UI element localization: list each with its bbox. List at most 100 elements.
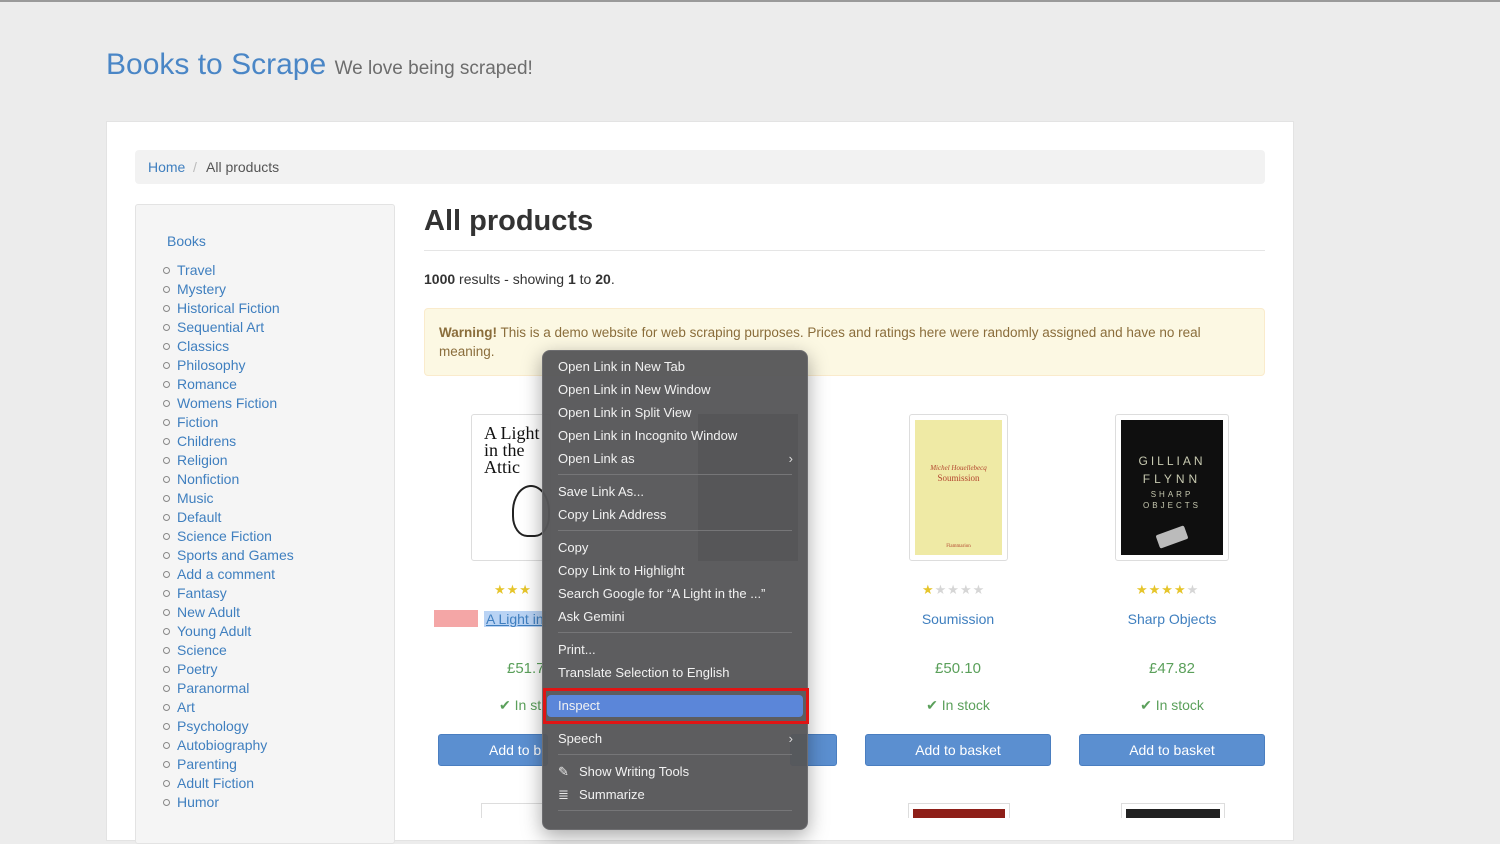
sidebar-item-womens-fiction[interactable]: Womens Fiction <box>163 394 294 413</box>
menu-item-label: Ask Gemini <box>558 609 625 624</box>
sidebar-item-new-adult[interactable]: New Adult <box>163 603 294 622</box>
summarize-icon: ≣ <box>558 787 569 802</box>
add-to-basket-button[interactable]: Add to b <box>438 734 548 766</box>
menu-item-ask-gemini[interactable]: Ask Gemini <box>547 606 803 628</box>
product-cover-next-row <box>1121 803 1225 818</box>
menu-item-label: Save Link As... <box>558 484 644 499</box>
sidebar-item-mystery[interactable]: Mystery <box>163 280 294 299</box>
menu-separator <box>558 474 792 475</box>
site-tagline: We love being scraped! <box>334 58 533 79</box>
cover-publisher: Flammarion <box>946 544 971 549</box>
sidebar-item-philosophy[interactable]: Philosophy <box>163 356 294 375</box>
breadcrumb-home-link[interactable]: Home <box>148 150 185 184</box>
menu-item-label: Open Link as <box>558 451 635 466</box>
top-border <box>0 0 1500 2</box>
stock-label: In stock <box>1155 697 1204 713</box>
sidebar-item-fiction[interactable]: Fiction <box>163 413 294 432</box>
stock-label: In stock <box>941 697 990 713</box>
menu-item-print[interactable]: Print... <box>547 639 803 661</box>
menu-item-label: Open Link in New Window <box>558 382 711 397</box>
menu-item-copy[interactable]: Copy <box>547 537 803 559</box>
sidebar-item-sequential-art[interactable]: Sequential Art <box>163 318 294 337</box>
cover-text-line: GILLIAN <box>1138 454 1206 468</box>
sidebar-item-sports-and-games[interactable]: Sports and Games <box>163 546 294 565</box>
star-icon: ★ <box>922 582 935 597</box>
sidebar-item-young-adult[interactable]: Young Adult <box>163 622 294 641</box>
check-icon: ✔ <box>926 697 942 713</box>
menu-item-label: Summarize <box>579 787 645 802</box>
check-icon: ✔ <box>1140 697 1156 713</box>
cover-text-line: FLYNN <box>1142 472 1202 486</box>
results-to: 20 <box>595 271 611 287</box>
product-cover-next-row <box>481 803 543 818</box>
sidebar-item-paranormal[interactable]: Paranormal <box>163 679 294 698</box>
cover-author: Michel Houellebecq <box>930 464 987 472</box>
sidebar-item-romance[interactable]: Romance <box>163 375 294 394</box>
sidebar-item-humor[interactable]: Humor <box>163 793 294 812</box>
product-price: £51.7 <box>507 660 545 677</box>
sidebar-item-science-fiction[interactable]: Science Fiction <box>163 527 294 546</box>
sidebar-item-religion[interactable]: Religion <box>163 451 294 470</box>
menu-item-save-link-as[interactable]: Save Link As... <box>547 481 803 503</box>
sidebar-item-science[interactable]: Science <box>163 641 294 660</box>
sidebar-item-music[interactable]: Music <box>163 489 294 508</box>
sidebar-item-default[interactable]: Default <box>163 508 294 527</box>
cover-title: Soumission <box>937 473 980 483</box>
sidebar-item-parenting[interactable]: Parenting <box>163 755 294 774</box>
breadcrumb-separator: / <box>193 159 197 175</box>
site-title-link[interactable]: Books to Scrape <box>106 48 326 81</box>
menu-item-open-new-window[interactable]: Open Link in New Window <box>547 379 803 401</box>
stock-label: In st <box>514 697 542 713</box>
menu-separator <box>558 632 792 633</box>
menu-item-summarize[interactable]: ≣ Summarize <box>547 784 803 806</box>
product-title-link[interactable]: A Light in <box>484 611 546 627</box>
rating-stars: ★★★★★ <box>1136 582 1199 598</box>
results-from: 1 <box>567 271 576 287</box>
menu-separator <box>558 810 792 811</box>
menu-item-speech[interactable]: Speech › <box>547 728 803 750</box>
sidebar-item-adult-fiction[interactable]: Adult Fiction <box>163 774 294 793</box>
sidebar-item-add-a-comment[interactable]: Add a comment <box>163 565 294 584</box>
chevron-right-icon: › <box>788 451 793 466</box>
menu-item-open-new-tab[interactable]: Open Link in New Tab <box>547 356 803 378</box>
product-cover-soumission[interactable]: Michel Houellebecq Soumission Flammarion <box>909 414 1008 561</box>
results-text-1: results - showing <box>455 271 568 287</box>
warning-label: Warning! <box>439 325 497 340</box>
menu-item-show-writing-tools[interactable]: ✎ Show Writing Tools <box>547 761 803 783</box>
product-title-link[interactable]: Sharp Objects <box>1077 611 1267 627</box>
add-to-basket-button[interactable]: Add to basket <box>1079 734 1265 766</box>
menu-item-label: Open Link in Split View <box>558 405 692 420</box>
sidebar-item-poetry[interactable]: Poetry <box>163 660 294 679</box>
menu-item-search-google[interactable]: Search Google for “A Light in the ...” <box>547 583 803 605</box>
star-icon: ★★★★ <box>1136 582 1187 597</box>
menu-item-copy-link-address[interactable]: Copy Link Address <box>547 504 803 526</box>
product-title-link[interactable]: Soumission <box>863 611 1053 627</box>
sidebar-item-fantasy[interactable]: Fantasy <box>163 584 294 603</box>
sidebar-item-travel[interactable]: Travel <box>163 261 294 280</box>
title-divider <box>424 250 1265 251</box>
inspect-highlight-annotation <box>543 688 809 724</box>
menu-item-open-incognito[interactable]: Open Link in Incognito Window <box>547 425 803 447</box>
menu-item-label: Search Google for “A Light in the ...” <box>558 586 766 601</box>
sidebar-item-art[interactable]: Art <box>163 698 294 717</box>
category-root-link[interactable]: Books <box>167 233 206 249</box>
menu-item-copy-link-to-highlight[interactable]: Copy Link to Highlight <box>547 560 803 582</box>
sidebar-item-psychology[interactable]: Psychology <box>163 717 294 736</box>
menu-item-label: Speech <box>558 731 603 746</box>
sidebar-item-nonfiction[interactable]: Nonfiction <box>163 470 294 489</box>
sidebar-item-childrens[interactable]: Childrens <box>163 432 294 451</box>
product-cover-sharp-objects[interactable]: GILLIAN FLYNN SHARP OBJECTS <box>1115 414 1229 561</box>
menu-item-open-link-as[interactable]: Open Link as › <box>547 448 803 470</box>
sidebar-item-historical-fiction[interactable]: Historical Fiction <box>163 299 294 318</box>
sidebar-item-classics[interactable]: Classics <box>163 337 294 356</box>
chevron-right-icon: › <box>788 731 793 746</box>
product-cover-a-light-in-the-attic[interactable]: A Light in the Attic <box>471 414 551 561</box>
breadcrumb-current: All products <box>206 159 280 175</box>
add-to-basket-button[interactable]: Add to basket <box>865 734 1051 766</box>
menu-item-label: Open Link in Incognito Window <box>558 428 738 443</box>
sidebar-item-autobiography[interactable]: Autobiography <box>163 736 294 755</box>
stock-status: ✔ In stock <box>1077 697 1267 714</box>
menu-item-label: Copy <box>558 540 589 555</box>
menu-item-open-split-view[interactable]: Open Link in Split View <box>547 402 803 424</box>
menu-item-translate[interactable]: Translate Selection to English <box>547 662 803 684</box>
